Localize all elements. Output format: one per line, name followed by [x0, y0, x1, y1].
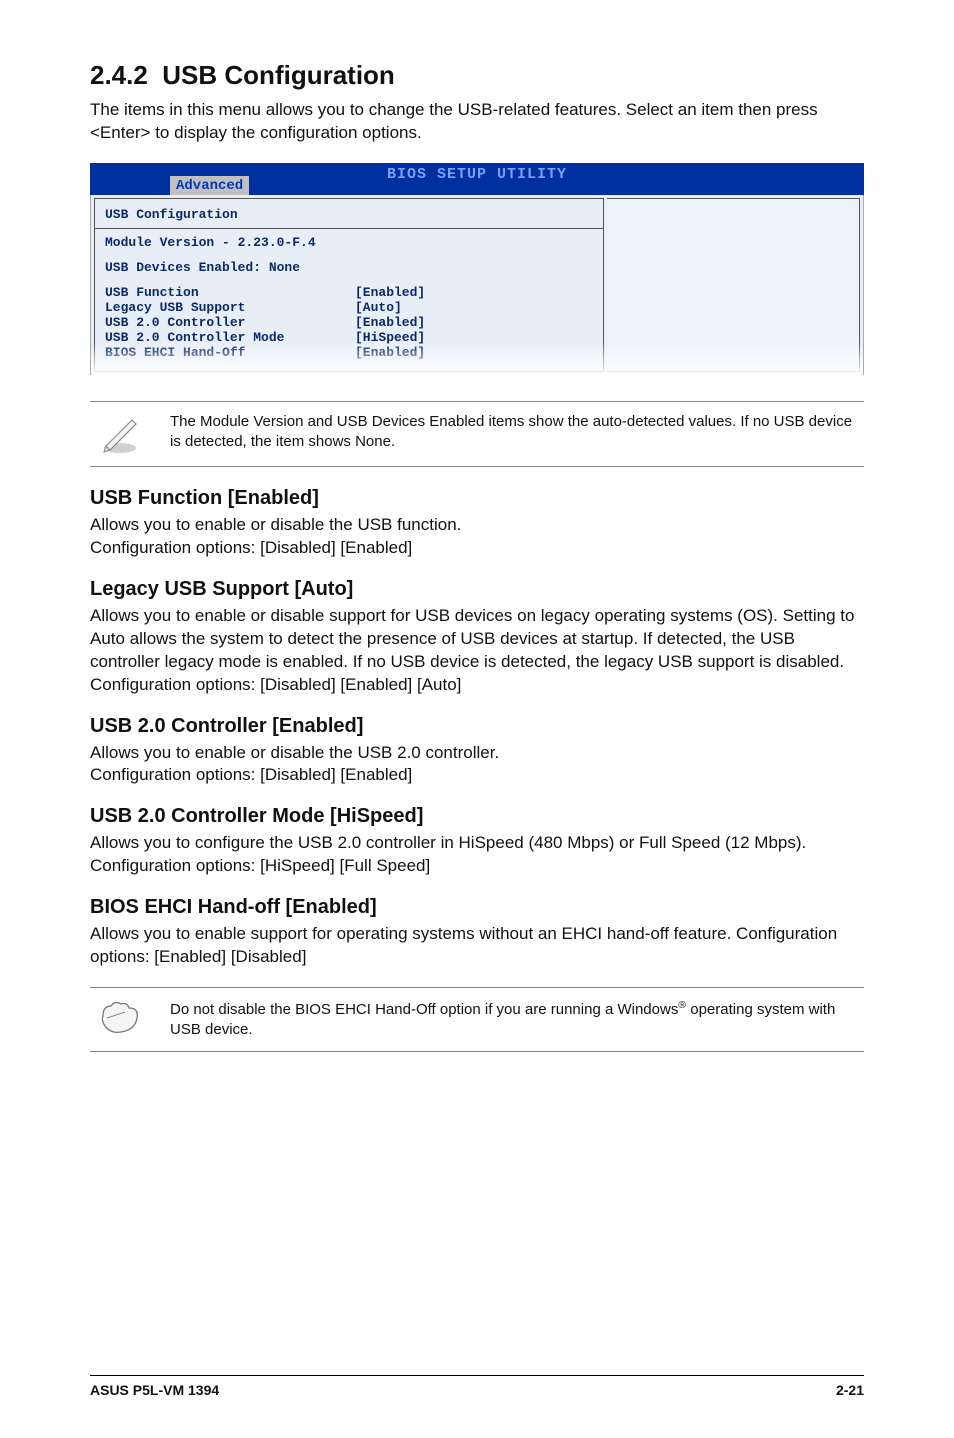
bios-screenshot: BIOS SETUP UTILITY Advanced USB Configur…: [90, 163, 864, 375]
subsection-body: Allows you to enable support for operati…: [90, 923, 864, 969]
hand-pointer-icon: [94, 998, 146, 1038]
bios-tab-advanced: Advanced: [170, 176, 249, 195]
footer-product: ASUS P5L-VM 1394: [90, 1382, 219, 1398]
bios-row: USB 2.0 Controller[Enabled]: [105, 315, 593, 330]
subsection-heading: USB 2.0 Controller [Enabled]: [90, 715, 864, 738]
bios-row-label: Legacy USB Support: [105, 300, 355, 315]
bios-row-label: USB 2.0 Controller: [105, 315, 355, 330]
bios-header: BIOS SETUP UTILITY Advanced: [90, 163, 864, 195]
bios-left-panel: USB Configuration Module Version - 2.23.…: [94, 198, 604, 372]
bios-row-value: [Enabled]: [355, 315, 425, 330]
bios-devices-enabled: USB Devices Enabled: None: [105, 260, 593, 275]
subsection-body: Allows you to configure the USB 2.0 cont…: [90, 832, 864, 878]
subsection-heading: USB Function [Enabled]: [90, 487, 864, 510]
bios-row-value: [Auto]: [355, 300, 402, 315]
bios-panel-heading: USB Configuration: [105, 207, 593, 222]
divider: [95, 228, 603, 229]
footer-page-number: 2-21: [836, 1382, 864, 1398]
pencil-icon: [94, 412, 146, 456]
bios-row-value: [HiSpeed]: [355, 330, 425, 345]
subsection-heading: USB 2.0 Controller Mode [HiSpeed]: [90, 805, 864, 828]
page-footer: ASUS P5L-VM 1394 2-21: [90, 1375, 864, 1398]
bios-row-label: USB Function: [105, 285, 355, 300]
bios-row-value: [Enabled]: [355, 345, 425, 360]
bios-row: Legacy USB Support[Auto]: [105, 300, 593, 315]
subsection-heading: Legacy USB Support [Auto]: [90, 578, 864, 601]
bios-row-label: USB 2.0 Controller Mode: [105, 330, 355, 345]
bios-body: USB Configuration Module Version - 2.23.…: [90, 195, 864, 375]
subsection-body: Allows you to enable or disable the USB …: [90, 742, 864, 788]
section-title: 2.4.2 USB Configuration: [90, 60, 864, 91]
bios-row-label: BIOS EHCI Hand-Off: [105, 345, 355, 360]
bios-row: USB Function[Enabled]: [105, 285, 593, 300]
section-name: USB Configuration: [162, 60, 395, 90]
bios-right-panel: [607, 198, 860, 372]
section-number: 2.4.2: [90, 60, 148, 90]
note-block: Do not disable the BIOS EHCI Hand-Off op…: [90, 987, 864, 1052]
subsection-body: Allows you to enable or disable the USB …: [90, 514, 864, 560]
note-text: The Module Version and USB Devices Enabl…: [170, 412, 860, 453]
bios-module-version: Module Version - 2.23.0-F.4: [105, 235, 593, 250]
bios-row-value: [Enabled]: [355, 285, 425, 300]
bios-utility-title: BIOS SETUP UTILITY: [387, 166, 567, 183]
note-block: The Module Version and USB Devices Enabl…: [90, 401, 864, 467]
subsection-body: Allows you to enable or disable support …: [90, 605, 864, 697]
bios-row: BIOS EHCI Hand-Off[Enabled]: [105, 345, 593, 360]
subsection-heading: BIOS EHCI Hand-off [Enabled]: [90, 896, 864, 919]
registered-mark: ®: [678, 999, 686, 1011]
note-text-pre: Do not disable the BIOS EHCI Hand-Off op…: [170, 1001, 678, 1018]
bios-row: USB 2.0 Controller Mode[HiSpeed]: [105, 330, 593, 345]
note-text: Do not disable the BIOS EHCI Hand-Off op…: [170, 998, 860, 1041]
section-intro: The items in this menu allows you to cha…: [90, 99, 864, 145]
